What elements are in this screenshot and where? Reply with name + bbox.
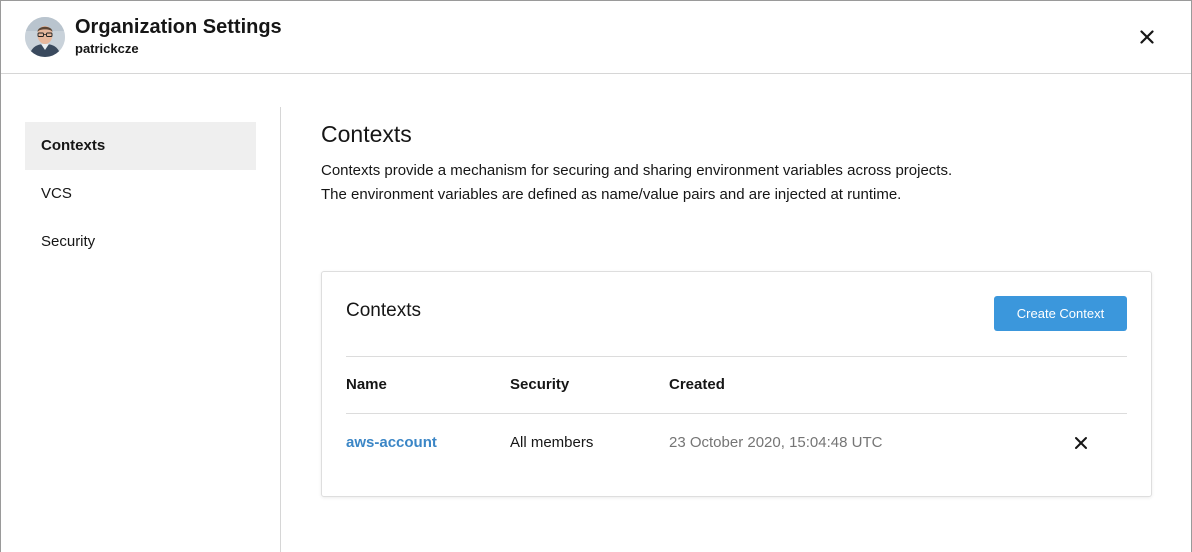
section-title: Contexts <box>321 121 412 147</box>
table-divider <box>346 413 1127 414</box>
column-header-name: Name <box>346 376 387 393</box>
card-title: Contexts <box>346 300 421 321</box>
context-created: 23 October 2020, 15:04:48 UTC <box>669 434 883 451</box>
sidebar-item-security[interactable]: Security <box>25 218 256 266</box>
sidebar-item-contexts[interactable]: Contexts <box>25 122 256 170</box>
page-title: Organization Settings <box>75 16 282 38</box>
avatar-photo-icon <box>25 17 65 57</box>
column-header-created: Created <box>669 376 725 393</box>
organization-settings-window: Organization Settings patrickcze Context… <box>0 0 1192 552</box>
close-icon[interactable] <box>1072 434 1090 452</box>
column-header-security: Security <box>510 376 570 393</box>
sidebar-divider <box>280 107 281 552</box>
settings-header: Organization Settings patrickcze <box>1 1 1191 74</box>
context-name-link[interactable]: aws-account <box>346 434 437 451</box>
close-icon[interactable] <box>1135 25 1159 49</box>
user-avatar <box>25 17 65 57</box>
create-context-button[interactable]: Create Context <box>994 296 1127 331</box>
sidebar-item-vcs[interactable]: VCS <box>25 170 256 218</box>
context-security: All members <box>510 434 594 451</box>
contexts-card: Contexts Create Context Name Security Cr… <box>321 271 1152 497</box>
table-divider <box>346 356 1127 357</box>
organization-username: patrickcze <box>75 41 139 56</box>
settings-sidebar: Contexts VCS Security <box>25 122 256 266</box>
section-description: Contexts provide a mechanism for securin… <box>321 162 953 203</box>
